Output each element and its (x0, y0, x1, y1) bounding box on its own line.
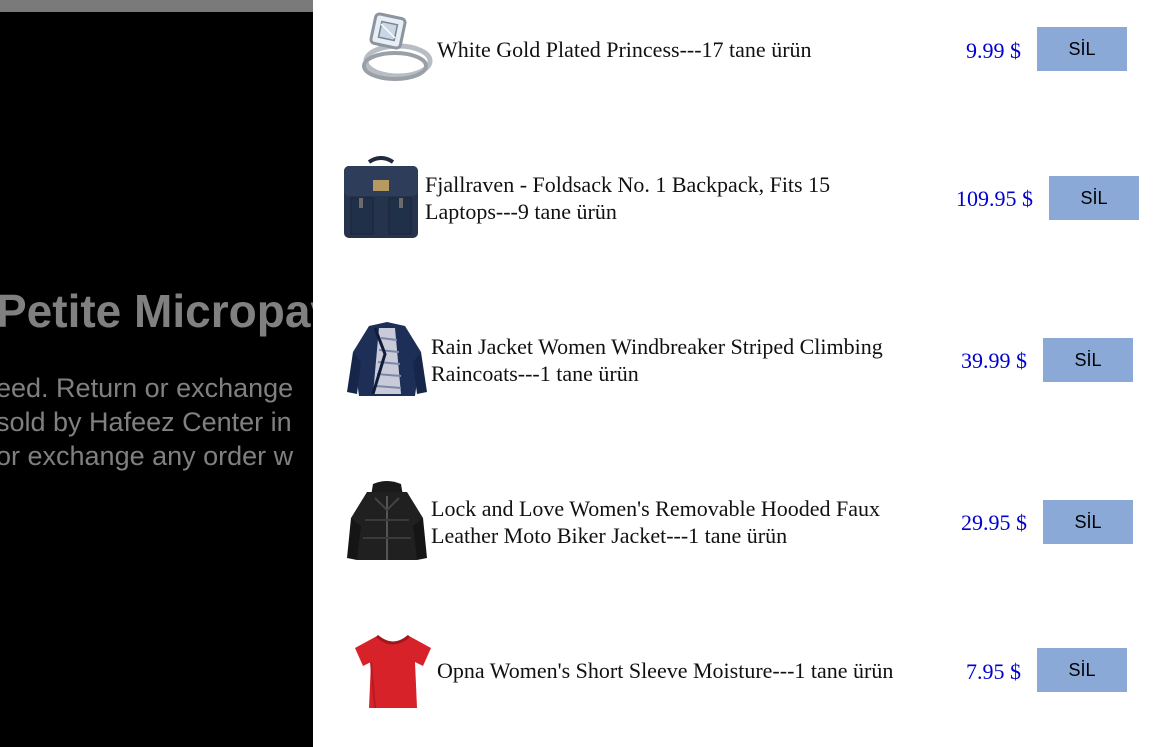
cart-item-price: 7.95 $ (966, 659, 1021, 684)
leather-jacket-icon (347, 481, 427, 560)
delete-button[interactable]: SİL (1037, 648, 1127, 692)
background-header-bar (0, 0, 313, 12)
cart-item-price: 39.99 $ (961, 348, 1027, 373)
delete-button[interactable]: SİL (1049, 176, 1139, 220)
cart-item-price: 109.95 $ (956, 186, 1033, 211)
cart-item-name: Rain Jacket Women Windbreaker Striped Cl… (431, 334, 883, 386)
red-tshirt-icon (355, 634, 431, 709)
description-line: or exchange any order w (0, 441, 294, 471)
rain-jacket-icon (347, 322, 427, 396)
cart-item: Opna Women's Short Sleeve Moisture---1 t… (313, 0, 1159, 709)
cart-item-name: Opna Women's Short Sleeve Moisture---1 t… (437, 658, 894, 683)
cart-item-name: Lock and Love Women's Removable Hooded F… (431, 496, 881, 548)
description-line: eed. Return or exchange (0, 373, 294, 403)
delete-button[interactable]: SİL (1043, 500, 1133, 544)
background-product-title: Petite Micropav (0, 285, 313, 337)
cart-item-name: Fjallraven - Foldsack No. 1 Backpack, Fi… (425, 172, 831, 224)
background-product-description: eed. Return or exchange sold by Hafeez C… (0, 371, 293, 473)
background-page: Petite Micropav eed. Return or exchange … (0, 0, 313, 747)
delete-button[interactable]: SİL (1043, 338, 1133, 382)
description-line: sold by Hafeez Center in (0, 407, 292, 437)
cart-panel: White Gold Plated Princess---17 tane ürü… (313, 0, 1159, 747)
cart-item-price: 29.95 $ (961, 510, 1027, 535)
backpack-icon (344, 156, 418, 238)
